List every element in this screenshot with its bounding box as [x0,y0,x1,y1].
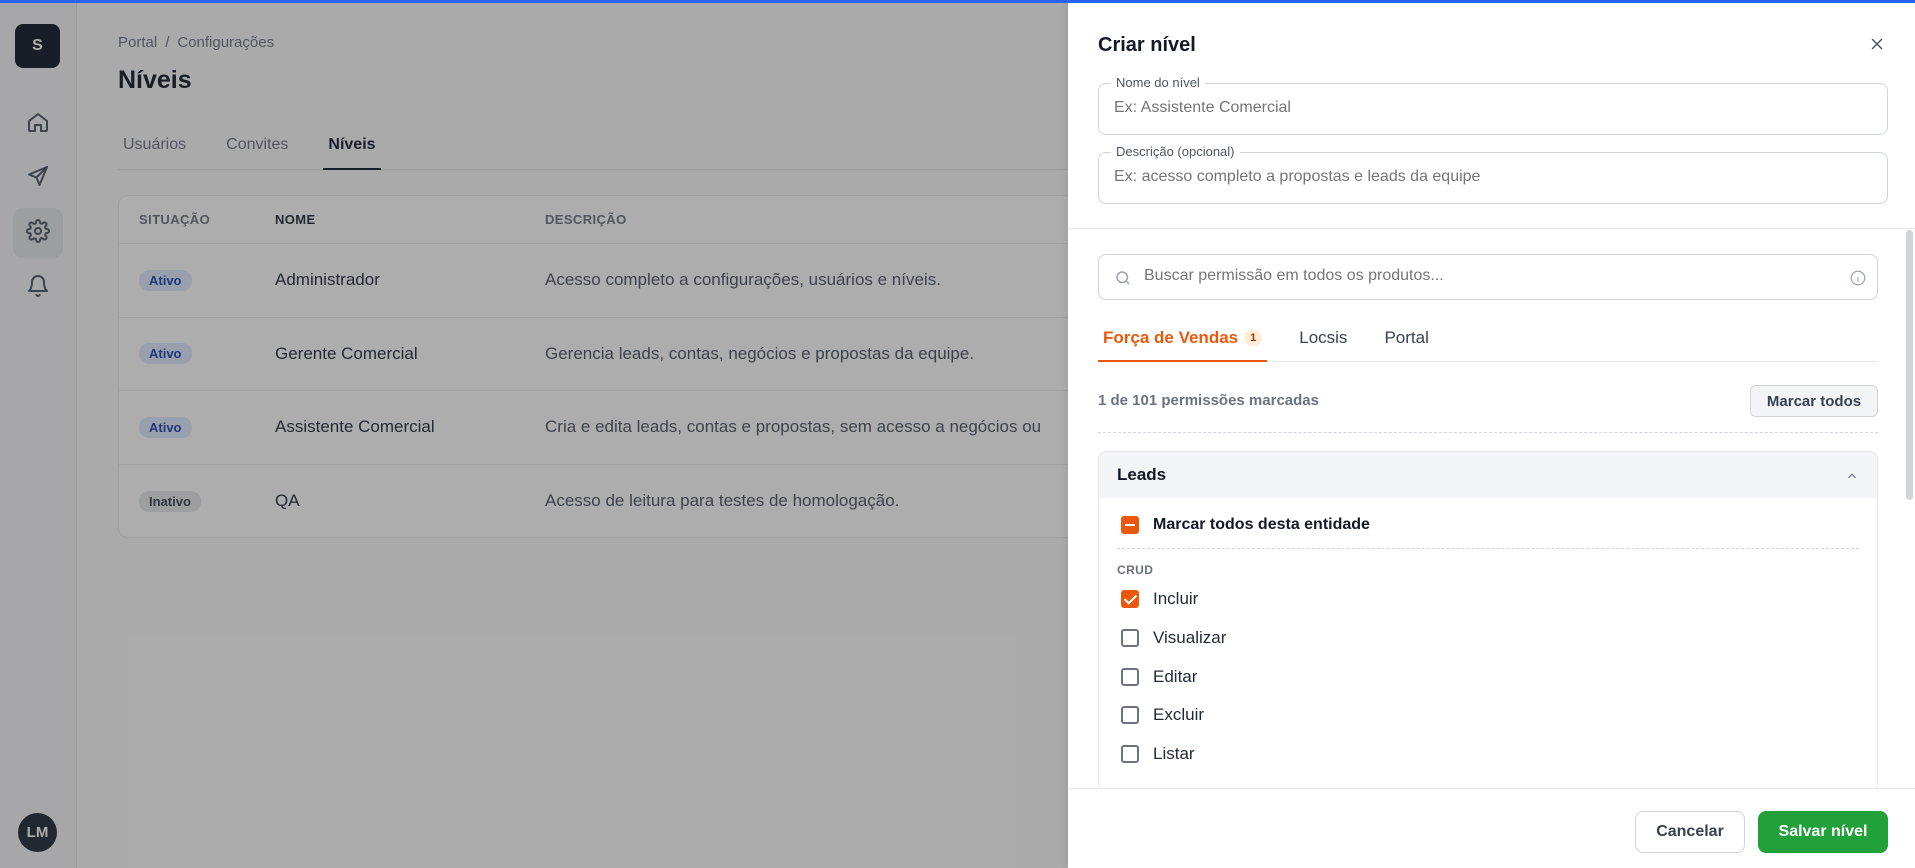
permission-count: 1 de 101 permissões marcadas [1098,392,1319,409]
close-button[interactable] [1865,34,1889,58]
tab-portal[interactable]: Portal [1379,322,1433,362]
description-input[interactable] [1114,168,1864,186]
mark-all-button[interactable]: Marcar todos [1750,385,1878,417]
mark-all-entity-checkbox[interactable]: Marcar todos desta entidade [1121,516,1370,534]
indeterminate-checkbox[interactable] [1121,516,1139,534]
checkbox[interactable] [1121,706,1139,724]
description-field[interactable]: Descrição (opcional) [1098,144,1888,204]
level-name-input[interactable] [1114,99,1864,117]
tab-forca-de-vendas[interactable]: Força de Vendas 1 [1098,322,1268,362]
dashed-divider [1117,548,1859,549]
permission-excluir[interactable]: Excluir [1121,705,1204,725]
permission-search-input[interactable] [1144,267,1824,285]
drawer-footer: Cancelar Salvar nível [1068,788,1915,868]
save-level-button[interactable]: Salvar nível [1758,811,1888,853]
permission-label: Excluir [1153,705,1205,724]
permission-listar[interactable]: Listar [1121,744,1195,764]
modal-backdrop[interactable] [0,0,1068,868]
mark-all-entity-label: Marcar todos desta entidade [1153,516,1370,533]
permission-incluir[interactable]: Incluir [1121,589,1198,609]
drawer-title: Criar nível [1098,34,1196,56]
create-level-drawer: Criar nível Nome do nível Descrição (opc… [1068,0,1915,868]
close-icon [1868,35,1886,58]
product-tabs: Força de Vendas 1 Locsis Portal [1098,322,1878,362]
tab-locsis[interactable]: Locsis [1294,322,1352,362]
entity-leads-section: Leads Marcar todos desta entidade CRUD I… [1098,451,1878,791]
checkbox[interactable] [1121,590,1139,608]
search-icon [1114,269,1132,287]
section-divider [1068,228,1915,229]
top-accent-line [0,0,1915,3]
cancel-button[interactable]: Cancelar [1635,811,1745,853]
permission-search[interactable] [1098,254,1878,300]
description-label: Descrição (opcional) [1111,144,1240,159]
permission-label: Incluir [1153,589,1199,608]
scrollbar[interactable] [1906,230,1913,500]
dashed-divider [1098,432,1878,433]
group-label: CRUD [1117,563,1154,577]
chevron-up-icon [1845,468,1859,482]
checkbox[interactable] [1121,629,1139,647]
permission-editar[interactable]: Editar [1121,667,1197,687]
checkbox[interactable] [1121,668,1139,686]
selected-count-badge: 1 [1244,330,1263,346]
level-name-field[interactable]: Nome do nível [1098,75,1888,135]
permission-visualizar[interactable]: Visualizar [1121,628,1226,648]
tab-label: Força de Vendas [1103,328,1239,347]
entity-name: Leads [1117,465,1167,484]
permission-label: Editar [1153,667,1198,686]
permission-label: Visualizar [1153,628,1227,647]
info-icon[interactable] [1849,269,1867,287]
permission-label: Listar [1153,744,1195,763]
checkbox[interactable] [1121,745,1139,763]
entity-header[interactable]: Leads [1099,452,1877,498]
level-name-label: Nome do nível [1111,75,1205,90]
